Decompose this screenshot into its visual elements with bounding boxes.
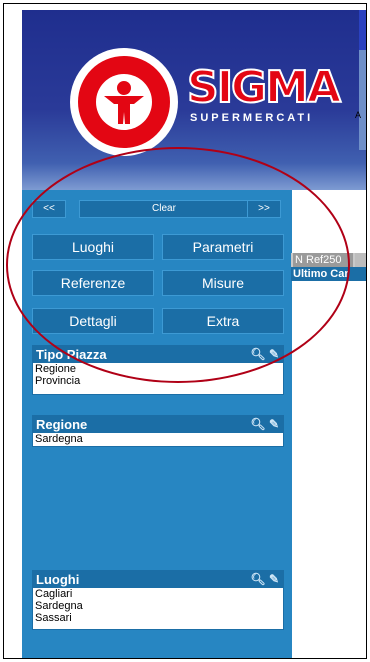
- list-item[interactable]: Sassari: [33, 612, 283, 624]
- header-right-text: A: [355, 110, 362, 120]
- brand-name: SIGMA: [186, 61, 342, 114]
- header-right-panel: [359, 50, 366, 150]
- luoghi-title: Luoghi: [36, 572, 80, 587]
- list-item[interactable]: Regione: [33, 363, 283, 375]
- header-banner: SIGMA SUPERMERCATI A: [22, 10, 366, 190]
- luoghi-button[interactable]: Luoghi: [32, 234, 154, 260]
- luoghi-panel: Luoghi 🔍︎ ✎ Cagliari Sardegna Sassari: [32, 570, 284, 630]
- brand-tagline: SUPERMERCATI: [190, 112, 314, 124]
- search-icon[interactable]: 🔍︎: [250, 417, 265, 431]
- search-icon[interactable]: 🔍︎: [250, 572, 265, 586]
- tab-nref250[interactable]: N Ref250: [293, 253, 353, 267]
- referenze-button[interactable]: Referenze: [32, 270, 154, 296]
- extra-button[interactable]: Extra: [162, 308, 284, 334]
- parametri-button[interactable]: Parametri: [162, 234, 284, 260]
- tipo-piazza-panel: Tipo Piazza 🔍︎ ✎ Regione Provincia: [32, 345, 284, 395]
- eraser-icon[interactable]: ✎: [269, 347, 279, 361]
- search-icon[interactable]: 🔍︎: [250, 347, 265, 361]
- prev-button[interactable]: <<: [32, 200, 66, 218]
- regione-title: Regione: [36, 417, 88, 432]
- panel-title: Regione 🔍︎ ✎: [33, 416, 283, 433]
- dettagli-button[interactable]: Dettagli: [32, 308, 154, 334]
- eraser-icon[interactable]: ✎: [269, 417, 279, 431]
- person-figure-icon: [104, 81, 144, 124]
- tab-next[interactable]: [355, 253, 366, 267]
- panel-title: Luoghi 🔍︎ ✎: [33, 571, 283, 588]
- header-right-block: [359, 10, 366, 50]
- sidebar: << Clear >> Luoghi Parametri Referenze M…: [22, 190, 292, 658]
- misure-button[interactable]: Misure: [162, 270, 284, 296]
- eraser-icon[interactable]: ✎: [269, 572, 279, 586]
- app-frame: SIGMA SUPERMERCATI A << Clear >> Luoghi …: [3, 3, 367, 659]
- main-title-bar: Ultimo Car: [291, 267, 366, 281]
- list-item[interactable]: Sardegna: [33, 600, 283, 612]
- list-item[interactable]: Sardegna: [33, 433, 283, 445]
- regione-panel: Regione 🔍︎ ✎ Sardegna: [32, 415, 284, 447]
- list-item[interactable]: Provincia: [33, 375, 283, 387]
- clear-button[interactable]: Clear: [79, 200, 249, 218]
- sigma-logo: [70, 48, 178, 156]
- tab-strip: N Ref250: [291, 253, 366, 267]
- panel-title: Tipo Piazza 🔍︎ ✎: [33, 346, 283, 363]
- tipo-piazza-title: Tipo Piazza: [36, 347, 107, 362]
- list-item[interactable]: Cagliari: [33, 588, 283, 600]
- next-button[interactable]: >>: [247, 200, 281, 218]
